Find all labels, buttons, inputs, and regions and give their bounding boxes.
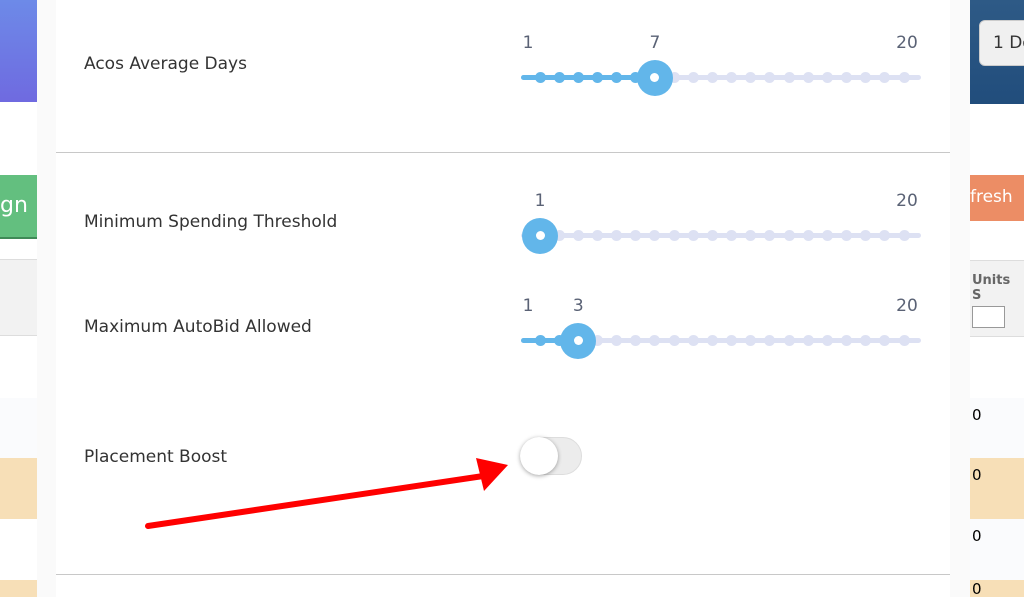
units-column-header: Units S [972, 273, 1011, 303]
placement-boost-toggle[interactable] [520, 437, 582, 475]
slider-step-dot [898, 72, 910, 83]
slider-step-dot [706, 230, 718, 241]
table-row: 0 [970, 580, 1024, 598]
slider-step-dot [860, 335, 872, 346]
slider-step-dot [649, 335, 661, 346]
slider-step-dot [898, 335, 910, 346]
table-row: 0 [970, 398, 1024, 458]
acos-average-days-slider[interactable]: 1 7 20 [521, 33, 921, 96]
slider-step-dot [706, 335, 718, 346]
header-gradient [0, 0, 37, 102]
slider-step-dot [668, 335, 680, 346]
slider-step-dot [802, 335, 814, 346]
refresh-button[interactable]: fresh [970, 175, 1024, 221]
slider-step-dot [726, 72, 738, 83]
slider-min-label: 1 [522, 33, 534, 53]
slider-step-dot [726, 335, 738, 346]
units-filter-input[interactable] [972, 306, 1005, 328]
slider-step-dot [611, 230, 623, 241]
slider-value-label: 7 [649, 33, 661, 53]
slider-step-dot [687, 230, 699, 241]
slider-step-dot [649, 230, 661, 241]
slider-step-dot [841, 72, 853, 83]
divider [56, 152, 950, 153]
annotation-arrow-icon [145, 458, 508, 529]
campaign-button[interactable]: gn [0, 175, 37, 239]
slider-step-dot [802, 72, 814, 83]
maximum-autobid-allowed-slider[interactable]: 1 3 20 [521, 296, 921, 359]
slider-step-dot [630, 230, 642, 241]
slider-step-dot [745, 335, 757, 346]
background-right: 1 De fresh Units S 0 0 0 0 [970, 0, 1024, 598]
slider-step-dot [687, 72, 699, 83]
slider-step-dot [726, 230, 738, 241]
table-header: Units S [970, 260, 1024, 337]
minimum-spending-threshold-slider[interactable]: 1 20 [521, 191, 921, 254]
acos-average-days-label: Acos Average Days [84, 54, 247, 74]
slider-step-dot [668, 230, 680, 241]
slider-step-dot [630, 335, 642, 346]
slider-step-dot [821, 230, 833, 241]
slider-max-label: 20 [896, 296, 918, 316]
table-row [0, 458, 37, 519]
table-row: 0 [970, 519, 1024, 580]
slider-step-dot [764, 72, 776, 83]
toggle-knob[interactable] [520, 437, 558, 475]
slider-handle[interactable] [522, 217, 558, 254]
slider-step-dot [860, 230, 872, 241]
table-header [0, 259, 37, 336]
table-row: 0 [970, 458, 1024, 519]
divider [56, 574, 950, 575]
table-row [0, 580, 37, 597]
slider-step-dot [591, 72, 603, 83]
slider-step-dot [745, 72, 757, 83]
slider-step-dot [841, 335, 853, 346]
slider-step-dot [783, 230, 795, 241]
slider-step-dot [879, 335, 891, 346]
slider-step-dot [687, 335, 699, 346]
slider-step-dot [783, 72, 795, 83]
slider-step-dot [841, 230, 853, 241]
slider-step-dot [898, 230, 910, 241]
slider-step-dot [706, 72, 718, 83]
slider-step-dot [745, 230, 757, 241]
slider-step-dot [764, 335, 776, 346]
slider-step-dot [821, 72, 833, 83]
slider-step-dot [572, 230, 584, 241]
minimum-spending-threshold-label: Minimum Spending Threshold [84, 212, 338, 232]
slider-step-dot [783, 335, 795, 346]
slider-step-dot [553, 72, 565, 83]
slider-max-label: 20 [896, 33, 918, 53]
slider-step-dot [860, 72, 872, 83]
date-range-button[interactable]: 1 De [979, 20, 1024, 66]
slider-value-label: 1 [534, 191, 546, 211]
slider-max-label: 20 [896, 191, 918, 211]
background-left: gn [0, 0, 37, 597]
slider-step-dot [764, 230, 776, 241]
maximum-autobid-allowed-label: Maximum AutoBid Allowed [84, 317, 312, 337]
slider-step-dot [821, 335, 833, 346]
slider-step-dot [611, 335, 623, 346]
slider-step-dot [802, 230, 814, 241]
slider-step-dot [879, 72, 891, 83]
slider-step-dot [534, 335, 546, 346]
slider-step-dot [611, 72, 623, 83]
slider-step-dot [591, 230, 603, 241]
slider-handle[interactable] [636, 59, 673, 96]
slider-step-dot [572, 72, 584, 83]
slider-value-label: 3 [572, 296, 584, 316]
slider-handle[interactable] [560, 322, 597, 359]
slider-min-label: 1 [522, 296, 534, 316]
table-row [0, 398, 37, 458]
slider-step-dot [879, 230, 891, 241]
slider-step-dot [534, 72, 546, 83]
